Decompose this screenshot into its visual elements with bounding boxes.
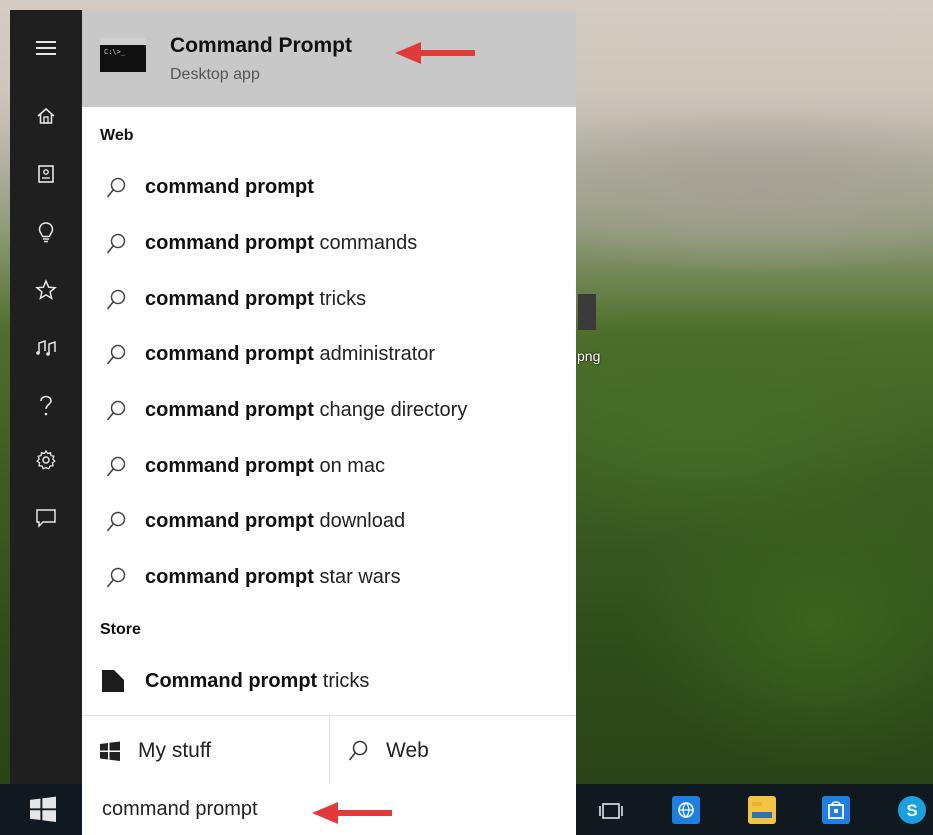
annotation-arrow — [312, 802, 392, 824]
skype-icon[interactable]: S — [898, 796, 926, 824]
web-scope-button[interactable]: Web — [348, 716, 576, 785]
desktop-file-label: png — [577, 348, 601, 364]
task-view-icon[interactable] — [597, 797, 625, 825]
web-scope-label: Web — [386, 738, 429, 762]
store-result-text: Command prompt tricks — [145, 670, 370, 692]
web-result-text: command prompt administrator — [145, 343, 436, 365]
settings-gear-icon[interactable] — [10, 440, 82, 480]
web-result-text: command prompt — [145, 176, 314, 198]
my-stuff-button[interactable]: My stuff — [100, 716, 328, 785]
web-result-item[interactable]: command prompt download — [82, 494, 576, 550]
svg-text:S: S — [906, 801, 917, 820]
notebook-icon[interactable] — [10, 154, 82, 194]
search-icon — [106, 400, 126, 421]
star-icon[interactable] — [10, 270, 82, 310]
store-app-icon — [102, 670, 124, 692]
edge-browser-icon[interactable] — [672, 796, 700, 824]
best-match-subtitle: Desktop app — [170, 66, 260, 83]
web-result-item[interactable]: command prompt star wars — [82, 550, 576, 606]
search-icon — [106, 233, 126, 254]
start-windows-icon[interactable] — [30, 796, 56, 822]
store-icon[interactable] — [822, 796, 850, 824]
windows-logo-icon — [100, 741, 120, 761]
best-match-command-prompt[interactable]: C:\>_ Command Prompt Desktop app — [82, 10, 576, 107]
search-results-panel: C:\>_ Command Prompt Desktop app Web com… — [82, 10, 576, 785]
web-result-text: command prompt commands — [145, 232, 418, 254]
web-result-item[interactable]: command prompt commands — [82, 216, 576, 272]
web-result-item[interactable]: command prompt on mac — [82, 439, 576, 495]
web-result-text: command prompt tricks — [145, 288, 367, 310]
my-stuff-label: My stuff — [138, 738, 212, 762]
search-scope-bar: My stuff Web — [82, 715, 576, 785]
search-icon — [348, 740, 368, 761]
scope-divider — [329, 716, 330, 785]
web-result-item[interactable]: command prompt change directory — [82, 383, 576, 439]
best-match-title: Command Prompt — [170, 34, 353, 57]
web-result-text: command prompt on mac — [145, 455, 386, 477]
search-icon — [106, 456, 126, 477]
feedback-chat-icon[interactable] — [10, 498, 82, 538]
help-question-icon[interactable] — [10, 386, 82, 426]
annotation-arrow — [395, 42, 475, 64]
section-header-web: Web — [100, 127, 134, 144]
hamburger-menu-icon[interactable] — [10, 28, 82, 68]
home-icon[interactable] — [10, 96, 82, 136]
web-result-text: command prompt change directory — [145, 399, 468, 421]
desktop-file-icon[interactable] — [578, 294, 596, 330]
taskbar: S — [0, 784, 933, 835]
web-result-item[interactable]: command prompt — [82, 160, 576, 216]
file-explorer-icon[interactable] — [748, 796, 776, 824]
section-header-store: Store — [100, 621, 141, 638]
search-icon — [106, 289, 126, 310]
search-icon — [106, 177, 126, 198]
web-result-item[interactable]: command prompt tricks — [82, 272, 576, 328]
web-result-item[interactable]: command prompt administrator — [82, 327, 576, 383]
lightbulb-icon[interactable] — [10, 212, 82, 252]
command-prompt-app-icon: C:\>_ — [100, 38, 146, 72]
search-icon — [106, 511, 126, 532]
web-result-text: command prompt download — [145, 510, 406, 532]
web-result-text: command prompt star wars — [145, 566, 401, 588]
store-result-item[interactable]: Command prompt tricks — [82, 654, 576, 710]
search-icon — [106, 344, 126, 365]
start-rail — [10, 10, 82, 784]
music-note-icon[interactable] — [10, 328, 82, 368]
search-icon — [106, 567, 126, 588]
